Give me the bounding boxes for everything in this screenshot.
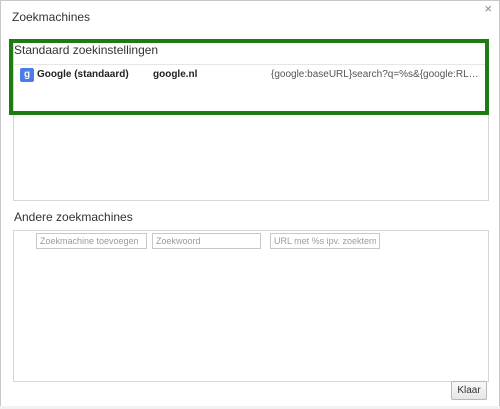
url-input[interactable] [270,233,380,249]
add-search-engine-input[interactable] [36,233,147,249]
engine-keyword: google.nl [153,69,198,80]
search-engines-dialog: Zoekmachines × Standaard zoekinstellinge… [0,0,500,409]
engine-url: {google:baseURL}search?q=%s&{google:RLZ}… [271,69,483,80]
other-search-engines-title: Andere zoekmachines [14,210,133,224]
close-icon[interactable]: × [484,2,492,16]
done-button[interactable]: Klaar [451,381,487,400]
default-engine-row[interactable]: g Google (standaard) google.nl {google:b… [14,65,486,87]
default-search-settings-title: Standaard zoekinstellingen [14,43,159,57]
dialog-title: Zoekmachines [12,10,91,24]
keyword-input[interactable] [152,233,261,249]
google-g-icon: g [20,68,34,82]
other-search-engines-panel [13,230,489,382]
engine-name: Google (standaard) [37,69,129,80]
